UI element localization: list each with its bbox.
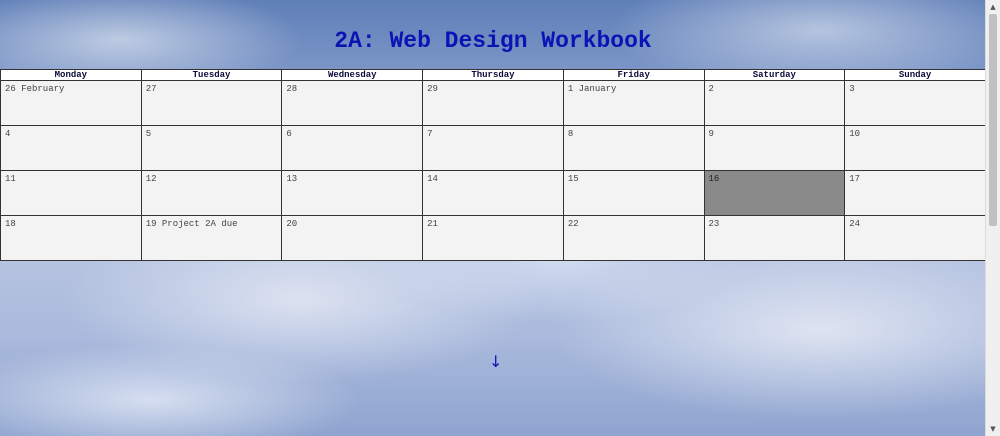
day-cell: 24	[844, 215, 986, 261]
day-cell: 5	[140, 125, 283, 171]
weekday-header-monday: Monday	[0, 69, 142, 81]
weekday-header-sunday: Sunday	[844, 69, 986, 81]
day-cell: 21	[422, 215, 564, 261]
scroll-up-icon[interactable]: ▲	[986, 0, 1000, 14]
calendar-table: Monday Tuesday Wednesday Thursday Friday…	[0, 69, 986, 261]
day-cell-highlighted: 16	[703, 170, 846, 216]
vertical-scrollbar[interactable]: ▲ ▼	[985, 0, 1000, 436]
weekday-header-tuesday: Tuesday	[140, 69, 283, 81]
day-cell: 2	[703, 80, 846, 126]
day-cell: 22	[562, 215, 705, 261]
day-cell: 23	[703, 215, 846, 261]
down-arrow-icon[interactable]: ↓	[489, 352, 502, 371]
day-cell: 3	[844, 80, 986, 126]
weekday-header-saturday: Saturday	[703, 69, 846, 81]
day-cell: 14	[422, 170, 564, 216]
day-cell: 20	[281, 215, 424, 261]
day-cell: 27	[140, 80, 283, 126]
weekday-header-row: Monday Tuesday Wednesday Thursday Friday…	[0, 69, 986, 81]
day-cell: 1 January	[562, 80, 705, 126]
scrollbar-thumb[interactable]	[989, 14, 997, 226]
day-cell: 10	[844, 125, 986, 171]
day-cell: 6	[281, 125, 424, 171]
day-cell: 29	[422, 80, 564, 126]
day-cell: 28	[281, 80, 424, 126]
day-cell: 12	[140, 170, 283, 216]
day-cell-project-due: 19 Project 2A due	[140, 215, 283, 261]
page-title: 2A: Web Design Workbook	[334, 28, 652, 54]
day-cell: 7	[422, 125, 564, 171]
day-cell: 4	[0, 125, 142, 171]
day-cell: 11	[0, 170, 142, 216]
weekday-header-thursday: Thursday	[422, 69, 564, 81]
calendar-week-row: 18 19 Project 2A due 20 21 22 23 24	[0, 215, 986, 261]
day-cell: 18	[0, 215, 142, 261]
scroll-down-icon[interactable]: ▼	[986, 422, 1000, 436]
calendar-week-row: 11 12 13 14 15 16 17	[0, 170, 986, 216]
weekday-header-wednesday: Wednesday	[281, 69, 424, 81]
day-cell: 17	[844, 170, 986, 216]
calendar-week-row: 4 5 6 7 8 9 10	[0, 125, 986, 171]
day-cell: 13	[281, 170, 424, 216]
weekday-header-friday: Friday	[562, 69, 705, 81]
day-cell: 26 February	[0, 80, 142, 126]
day-cell: 9	[703, 125, 846, 171]
calendar-week-row: 26 February 27 28 29 1 January 2 3	[0, 80, 986, 126]
day-cell: 15	[562, 170, 705, 216]
day-cell: 8	[562, 125, 705, 171]
